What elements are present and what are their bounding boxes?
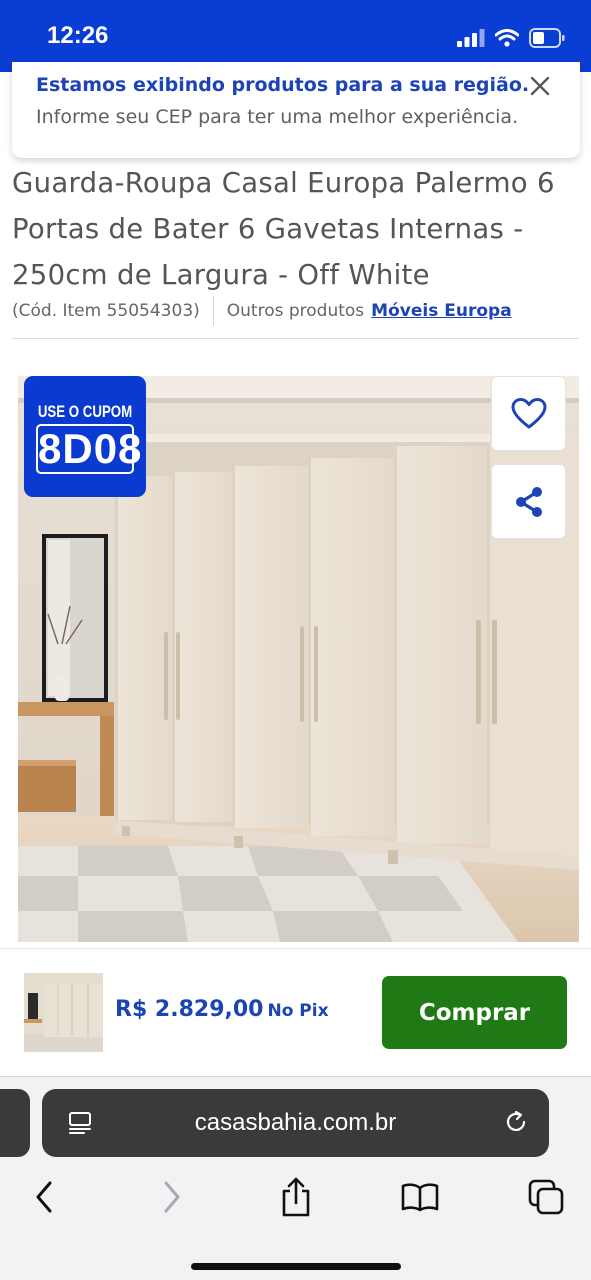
close-icon[interactable] — [526, 72, 554, 100]
coupon-code: 8D08 — [36, 424, 143, 474]
back-button[interactable] — [24, 1177, 64, 1217]
banner-title: Estamos exibindo produtos para a sua reg… — [36, 74, 530, 96]
bookmarks-button[interactable] — [400, 1177, 440, 1217]
product-title: Guarda-Roupa Casal Europa Palermo 6 Port… — [12, 167, 555, 291]
coupon-label: USE O CUPOM — [37, 402, 133, 421]
meta-separator — [212, 296, 214, 326]
status-icons — [457, 26, 565, 50]
wifi-icon — [495, 29, 519, 47]
buy-bar: R$ 2.829,00 No Pix Comprar — [0, 948, 591, 1078]
signal-icon — [457, 29, 485, 47]
share-icon — [515, 486, 542, 517]
share-button[interactable] — [491, 464, 566, 539]
heart-icon — [511, 397, 546, 428]
back-icon — [36, 1181, 52, 1213]
reload-icon[interactable] — [503, 1109, 529, 1135]
divider — [12, 338, 579, 339]
previous-tab[interactable] — [0, 1089, 30, 1157]
bookmarks-icon — [401, 1183, 439, 1212]
region-banner: Estamos exibindo produtos para a sua reg… — [12, 62, 580, 158]
product-thumbnail — [24, 973, 103, 1052]
coupon-badge: USE O CUPOM 8D08 — [24, 376, 146, 497]
tabs-icon — [528, 1179, 564, 1215]
price: R$ 2.829,00 No Pix — [115, 997, 329, 1022]
price-note: No Pix — [267, 1001, 329, 1021]
buy-button[interactable]: Comprar — [382, 976, 567, 1049]
address-bar[interactable]: casasbahia.com.br — [42, 1089, 549, 1157]
battery-icon — [529, 28, 565, 48]
banner-text: Informe seu CEP para ter uma melhor expe… — [36, 106, 519, 128]
status-time: 12:26 — [47, 22, 109, 49]
forward-button[interactable] — [152, 1177, 192, 1217]
url-text: casasbahia.com.br — [194, 1109, 397, 1136]
forward-icon — [164, 1181, 180, 1213]
other-products-label: Outros produtos — [226, 301, 365, 321]
browser-chrome: casasbahia.com.br — [0, 1076, 591, 1280]
item-code: (Cód. Item 55054303) — [12, 301, 200, 321]
share-icon — [282, 1177, 310, 1217]
share-page-button[interactable] — [276, 1177, 316, 1217]
price-value: R$ 2.829,00 — [115, 997, 264, 1022]
home-indicator — [191, 1263, 401, 1270]
product-meta: (Cód. Item 55054303) Outros produtos Móv… — [12, 296, 512, 326]
favorite-button[interactable] — [491, 376, 566, 451]
brand-link[interactable]: Móveis Europa — [371, 301, 512, 321]
tabs-button[interactable] — [526, 1177, 566, 1217]
